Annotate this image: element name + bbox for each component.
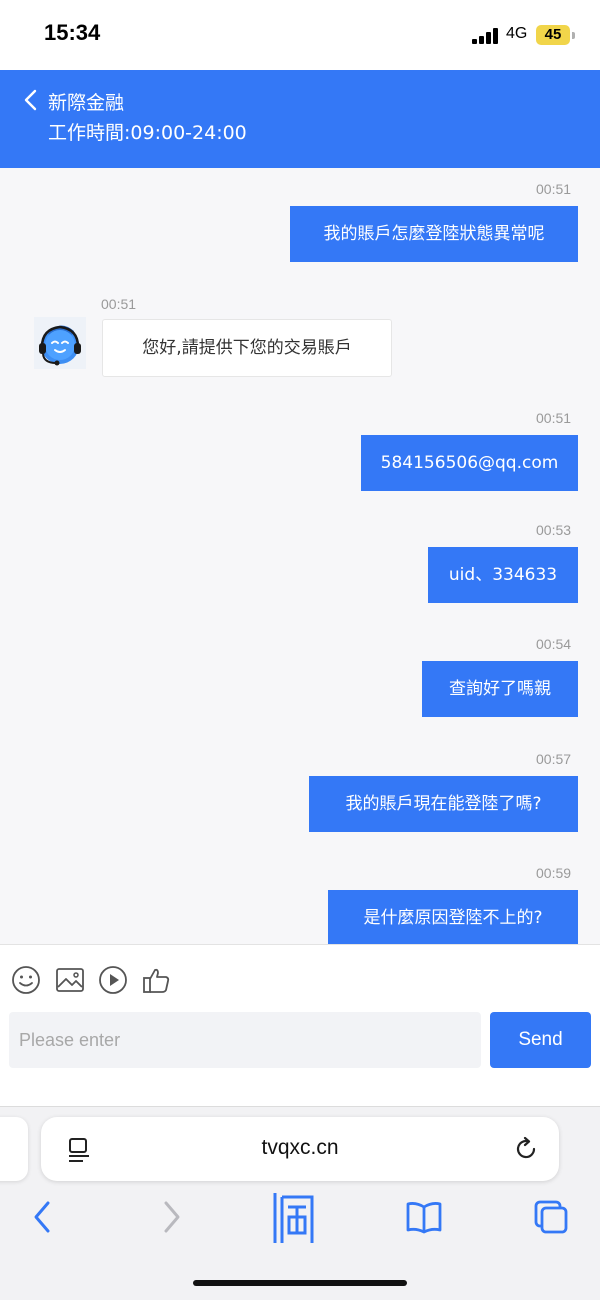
send-button[interactable]: Send (490, 1012, 591, 1068)
url-text: tvqxc.cn (261, 1136, 339, 1159)
back-icon[interactable] (20, 88, 44, 112)
status-time: 15:34 (44, 20, 101, 45)
chat-title: 新際金融 (48, 92, 125, 114)
chat-header: 新際金融 工作時間:09:00-24:00 (0, 70, 600, 168)
video-icon[interactable] (98, 965, 128, 995)
home-indicator[interactable] (193, 1280, 407, 1286)
message-time: 00:57 (536, 751, 572, 767)
message-time: 00:53 (536, 522, 572, 538)
outgoing-message[interactable]: 是什麼原因登陸不上的? (328, 890, 578, 944)
working-hours: 工作時間:09:00-24:00 (48, 122, 247, 144)
signal-icon (472, 28, 500, 44)
outgoing-message[interactable]: 我的賬戶現在能登陸了嗎? (309, 776, 578, 832)
outgoing-message[interactable]: 584156506@qq.com (361, 435, 578, 491)
back-icon[interactable] (28, 1197, 56, 1237)
status-bar: 15:34 4G 45 (0, 0, 600, 70)
bookmarks-icon[interactable] (405, 1197, 443, 1237)
message-time: 00:54 (536, 636, 572, 652)
message-time: 00:59 (536, 865, 572, 881)
forward-icon[interactable] (158, 1197, 186, 1237)
browser-toolbar: tvqxc.cn (0, 1106, 600, 1300)
emoji-icon[interactable] (11, 965, 41, 995)
battery-icon: 45 (536, 25, 570, 45)
previous-tab[interactable] (0, 1117, 28, 1181)
message-input[interactable] (9, 1012, 481, 1068)
message-time: 00:51 (536, 410, 572, 426)
tabs-icon[interactable] (532, 1197, 570, 1237)
message-list[interactable]: 00:51 我的賬戶怎麼登陸狀態異常呢 00:51 您好,請提供下您的交易賬戶 … (0, 168, 600, 944)
outgoing-message[interactable]: 我的賬戶怎麼登陸狀態異常呢 (290, 206, 578, 262)
reload-icon[interactable] (513, 1136, 539, 1162)
agent-avatar (34, 317, 86, 369)
network-label: 4G (506, 25, 528, 42)
message-time: 00:51 (536, 181, 572, 197)
thumbs-up-icon[interactable] (141, 965, 171, 995)
incoming-message[interactable]: 您好,請提供下您的交易賬戶 (102, 319, 392, 377)
share-icon[interactable] (268, 1187, 320, 1247)
outgoing-message[interactable]: uid、334633 (428, 547, 578, 603)
battery-tip (572, 32, 575, 39)
image-icon[interactable] (55, 965, 85, 995)
address-bar[interactable]: tvqxc.cn (41, 1117, 559, 1181)
message-time: 00:51 (101, 296, 137, 312)
chat-input-area: Send (0, 944, 600, 1107)
outgoing-message[interactable]: 查詢好了嗎親 (422, 661, 578, 717)
